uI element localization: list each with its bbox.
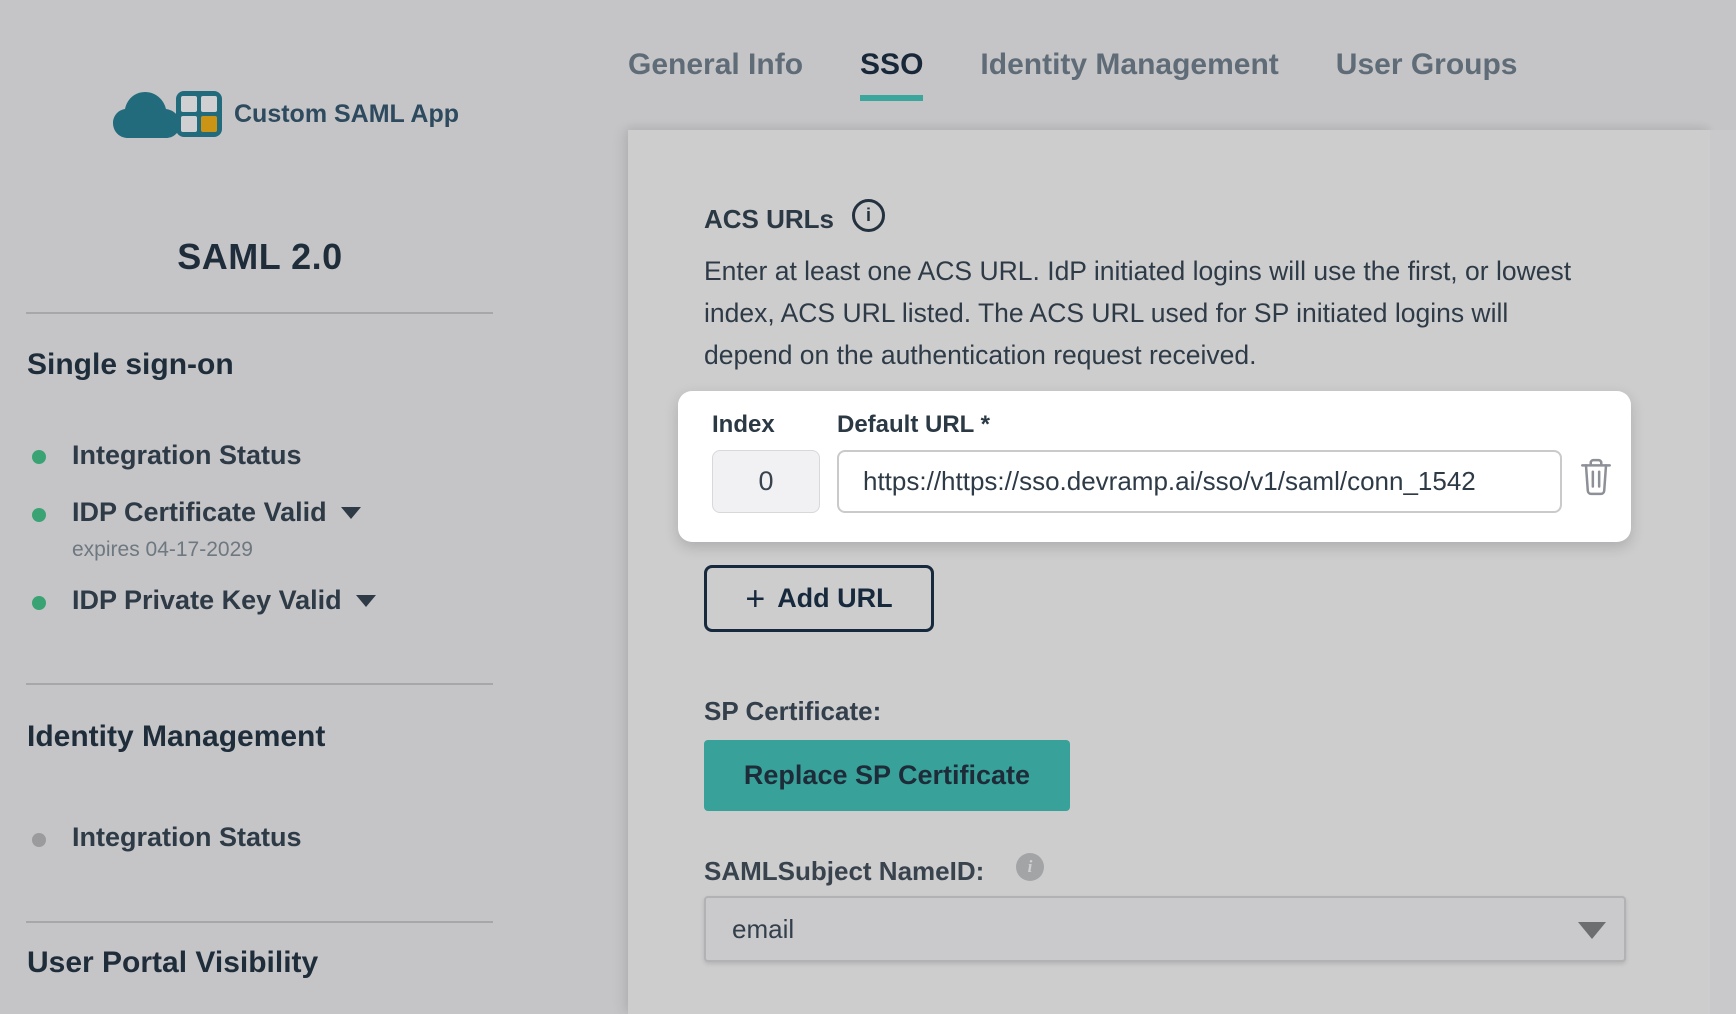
default-url-input[interactable]	[837, 450, 1562, 513]
sp-certificate-label: SP Certificate:	[704, 696, 881, 727]
sidebar-divider	[26, 921, 493, 923]
nameid-select[interactable]: email	[704, 896, 1626, 962]
acs-urls-label: ACS URLs	[704, 204, 834, 235]
tab-bar: General Info SSO Identity Management Use…	[628, 48, 1518, 101]
app-grid-icon	[176, 91, 222, 137]
sidebar-heading-user-portal-visibility: User Portal Visibility	[27, 946, 318, 980]
sidebar-divider	[26, 312, 493, 314]
cloud-icon	[112, 90, 182, 138]
status-dot-icon	[32, 508, 46, 522]
sidebar-heading-identity-management: Identity Management	[27, 720, 325, 754]
acs-description: Enter at least one ACS URL. IdP initiate…	[704, 250, 1584, 376]
info-filled-icon[interactable]: i	[1016, 853, 1044, 881]
status-dot-icon	[32, 833, 46, 847]
status-dot-icon	[32, 450, 46, 464]
chevron-down-icon	[1578, 922, 1606, 939]
sidebar-item-label: IDP Certificate Valid	[72, 497, 327, 527]
default-url-label: Default URL *	[837, 411, 990, 439]
expires-note: expires 04-17-2029	[72, 538, 253, 562]
status-dot-icon	[32, 596, 46, 610]
replace-sp-certificate-button[interactable]: Replace SP Certificate	[704, 740, 1070, 811]
nameid-selected-value: email	[732, 914, 794, 945]
sidebar-item-integration-status[interactable]: Integration Status	[72, 440, 302, 471]
app-logo-label: Custom SAML App	[234, 100, 459, 129]
index-input[interactable]	[712, 450, 820, 513]
sidebar-item-idp-private-key-valid[interactable]: IDP Private Key Valid	[72, 585, 376, 616]
protocol-title: SAML 2.0	[0, 236, 520, 278]
tab-sso[interactable]: SSO	[860, 48, 923, 101]
app-logo: Custom SAML App	[112, 90, 459, 138]
sidebar-heading-single-sign-on: Single sign-on	[27, 348, 234, 382]
info-circle-icon[interactable]: i	[852, 199, 885, 232]
delete-url-button[interactable]	[1578, 457, 1614, 497]
trash-icon	[1578, 457, 1614, 497]
add-url-label: Add URL	[777, 583, 892, 614]
samlsubject-nameid-label: SAMLSubject NameID:	[704, 856, 984, 887]
sidebar-item-integration-status-idm[interactable]: Integration Status	[72, 822, 302, 853]
acs-url-row-highlight: Index Default URL *	[678, 391, 1631, 542]
caret-down-icon[interactable]	[356, 595, 376, 607]
sidebar-item-idp-certificate-valid[interactable]: IDP Certificate Valid	[72, 497, 361, 528]
caret-down-icon[interactable]	[341, 507, 361, 519]
tab-general-info[interactable]: General Info	[628, 48, 803, 101]
right-edge-strip	[1710, 130, 1736, 1014]
tab-user-groups[interactable]: User Groups	[1336, 48, 1518, 101]
index-label: Index	[712, 411, 775, 439]
sidebar-item-label: IDP Private Key Valid	[72, 585, 342, 615]
sidebar-divider	[26, 683, 493, 685]
add-url-button[interactable]: + Add URL	[704, 565, 934, 632]
tab-identity-management[interactable]: Identity Management	[980, 48, 1278, 101]
